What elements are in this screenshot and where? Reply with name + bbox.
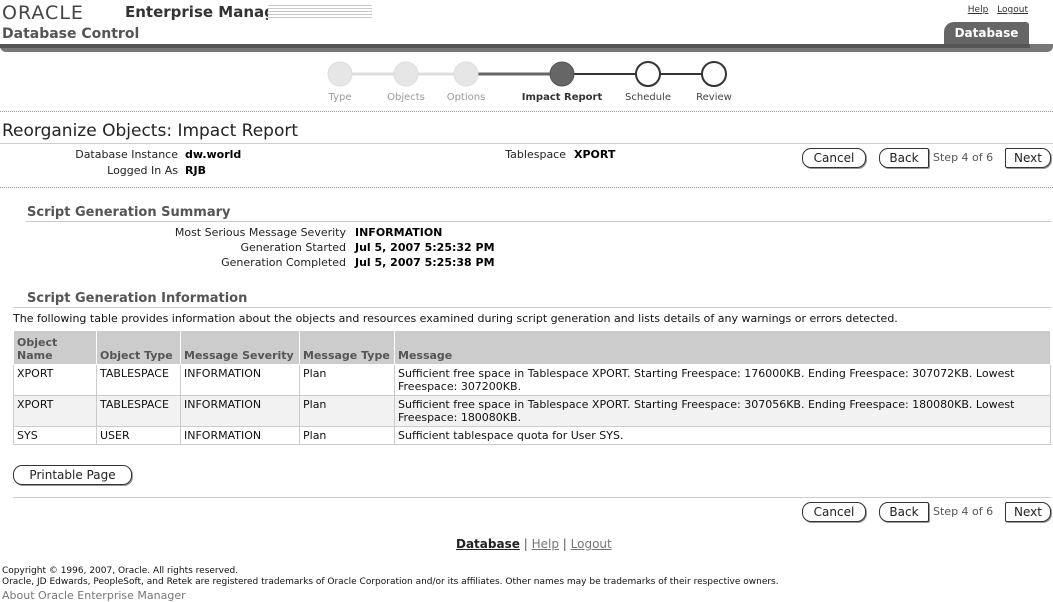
oracle-logo: ORACLE	[2, 2, 84, 24]
tab-database[interactable]: Database	[944, 22, 1029, 44]
tablespace-label: Tablespace	[505, 148, 566, 161]
header-divider-dark	[0, 44, 1030, 48]
printable-page-button[interactable]: Printable Page	[13, 465, 132, 485]
help-link[interactable]: Help	[968, 5, 989, 15]
train-graphic	[327, 61, 727, 87]
global-links: Help Logout	[962, 5, 1028, 15]
train-step-schedule	[635, 61, 661, 87]
table-cell: USER	[96, 426, 181, 445]
table-cell: INFORMATION	[180, 426, 300, 445]
footer-logout-link[interactable]: Logout	[571, 537, 612, 551]
table-cell: TABLESPACE	[96, 395, 181, 427]
table-cell: XPORT	[13, 364, 97, 396]
process-train: Type Objects Options Impact Report Sched…	[300, 59, 770, 109]
started-label: Generation Started	[240, 241, 346, 254]
train-label-review: Review	[696, 92, 732, 103]
next-button-bottom[interactable]: Next	[1005, 502, 1051, 522]
started-value: Jul 5, 2007 5:25:32 PM	[355, 241, 495, 254]
footer-links: Database | Help | Logout	[456, 537, 612, 551]
column-header: Message	[394, 330, 1051, 365]
instance-value: dw.world	[185, 148, 242, 161]
completed-value: Jul 5, 2007 5:25:38 PM	[355, 256, 495, 269]
train-label-type[interactable]: Type	[329, 92, 352, 103]
table-cell: Plan	[299, 364, 395, 396]
step-indicator: Step 4 of 6	[933, 151, 994, 164]
table-cell: Sufficient free space in Tablespace XPOR…	[394, 364, 1051, 396]
completed-label: Generation Completed	[221, 256, 346, 269]
cancel-button[interactable]: Cancel	[802, 148, 866, 168]
info-description: The following table provides information…	[13, 312, 898, 325]
table-cell: INFORMATION	[180, 395, 300, 427]
table-cell: TABLESPACE	[96, 364, 181, 396]
table-row: XPORT TABLESPACE INFORMATION Plan Suffic…	[13, 364, 1051, 396]
divider	[0, 187, 1053, 188]
section-rule	[26, 221, 1051, 222]
product-subtitle: Database Control	[2, 26, 140, 42]
footer-separator: |	[562, 537, 567, 551]
step-indicator-bottom: Step 4 of 6	[933, 505, 994, 518]
next-button[interactable]: Next	[1005, 148, 1051, 168]
table-cell: Plan	[299, 426, 395, 445]
tablespace-value: XPORT	[574, 148, 616, 161]
table-cell: Sufficient tablespace quota for User SYS…	[394, 426, 1051, 445]
severity-value: INFORMATION	[355, 226, 443, 239]
train-step-type[interactable]	[327, 61, 353, 87]
train-step-review	[701, 61, 727, 87]
footer-database-link[interactable]: Database	[456, 537, 520, 551]
trademark-text: Oracle, JD Edwards, PeopleSoft, and Rete…	[2, 577, 779, 587]
back-button-bottom[interactable]: Back	[879, 502, 929, 522]
logged-in-label: Logged In As	[107, 164, 178, 177]
table-cell: INFORMATION	[180, 364, 300, 396]
train-label-options[interactable]: Options	[447, 92, 486, 103]
title-rule	[0, 143, 1053, 144]
train-step-impact-report	[549, 61, 575, 87]
instance-label: Database Instance	[75, 148, 178, 161]
messages-table: Object Name Object Type Message Severity…	[13, 330, 1051, 445]
train-label-schedule: Schedule	[625, 92, 671, 103]
page-title: Reorganize Objects: Impact Report	[2, 121, 298, 141]
footer-separator: |	[523, 537, 528, 551]
logout-link[interactable]: Logout	[997, 5, 1028, 15]
severity-label: Most Serious Message Severity	[174, 226, 346, 239]
copyright-text: Copyright © 1996, 2007, Oracle. All righ…	[2, 566, 239, 576]
bottom-rule	[13, 497, 1051, 498]
column-header: Object Type	[96, 330, 181, 365]
train-step-options[interactable]	[453, 61, 479, 87]
table-row: SYS USER INFORMATION Plan Sufficient tab…	[13, 426, 1051, 445]
cancel-button-bottom[interactable]: Cancel	[802, 502, 866, 522]
logo-decoration	[268, 5, 372, 20]
column-header: Message Type	[299, 330, 395, 365]
summary-heading: Script Generation Summary	[27, 205, 231, 220]
table-cell: SYS	[13, 426, 97, 445]
column-header: Object Name	[13, 330, 97, 365]
logged-in-value: RJB	[185, 164, 206, 177]
column-header: Message Severity	[180, 330, 300, 365]
info-heading: Script Generation Information	[27, 291, 248, 306]
footer-help-link[interactable]: Help	[532, 537, 559, 551]
table-row: XPORT TABLESPACE INFORMATION Plan Suffic…	[13, 395, 1051, 427]
section-rule	[13, 307, 1051, 308]
train-step-objects[interactable]	[393, 61, 419, 87]
table-cell: Plan	[299, 395, 395, 427]
train-label-objects[interactable]: Objects	[387, 92, 425, 103]
train-label-impact-report: Impact Report	[521, 92, 603, 103]
table-cell: XPORT	[13, 395, 97, 427]
divider	[0, 111, 1053, 112]
table-header-row: Object Name Object Type Message Severity…	[13, 330, 1051, 365]
about-link[interactable]: About Oracle Enterprise Manager	[2, 589, 186, 602]
table-cell: Sufficient free space in Tablespace XPOR…	[394, 395, 1051, 427]
back-button[interactable]: Back	[879, 148, 929, 168]
